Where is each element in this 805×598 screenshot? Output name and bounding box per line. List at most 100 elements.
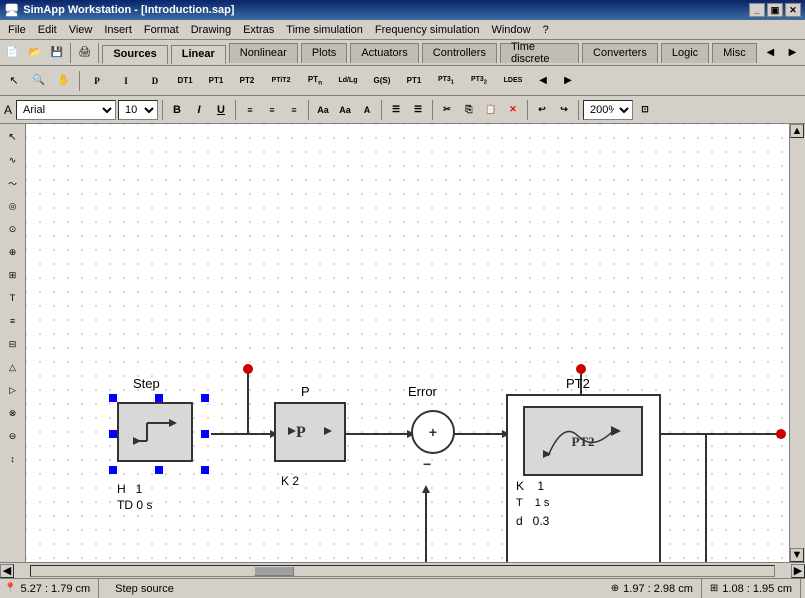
zoom-fit-btn[interactable]: ⊡ [635,100,655,120]
PT2-outer-box[interactable]: PT2 [506,394,661,562]
close-btn[interactable]: ✕ [785,3,801,17]
scroll-up-btn[interactable]: ▲ [790,124,804,138]
tool-unknown10[interactable]: ⊖ [2,425,24,447]
menu-time-sim[interactable]: Time simulation [280,22,369,38]
scroll-right-btn[interactable]: ▶ [782,42,803,64]
menu-view[interactable]: View [63,22,99,38]
step-block-container[interactable] [109,394,209,474]
tab-controllers[interactable]: Controllers [422,43,497,63]
redo-btn[interactable]: ↪ [554,100,574,120]
scroll-blocks-right[interactable]: ▶ [556,70,580,92]
font-size-select[interactable]: 10 [118,100,158,120]
paste-btn[interactable]: 📋 [481,100,501,120]
tool-unknown3[interactable]: ⊕ [2,241,24,263]
minimize-btn[interactable]: _ [749,3,765,17]
print-btn[interactable]: 🖨 [74,42,95,64]
block-LDES[interactable]: LDES [496,70,530,92]
scroll-left-arrow[interactable]: ◀ [0,564,14,578]
list-btn1[interactable]: ☰ [386,100,406,120]
delete-btn[interactable]: ✕ [503,100,523,120]
tab-actuators[interactable]: Actuators [350,43,418,63]
tab-linear[interactable]: Linear [171,45,226,65]
right-scrollbar[interactable]: ▲ ▼ [789,124,805,562]
text-format-btn1[interactable]: Aa [313,100,333,120]
zoom-select[interactable]: 200% [583,100,633,120]
menu-drawing[interactable]: Drawing [185,22,237,38]
undo-btn[interactable]: ↩ [532,100,552,120]
tool-unknown1[interactable]: ◎ [2,195,24,217]
error-sumjunction[interactable]: + [411,410,455,454]
block-LdLg[interactable]: Ld/Lg [331,70,365,92]
tool-s-curve[interactable]: ∿ [2,149,24,171]
tool-pointer[interactable]: ↖ [2,126,24,148]
tab-misc[interactable]: Misc [712,43,757,63]
tool-unknown4[interactable]: ⊞ [2,264,24,286]
tool-unknown5[interactable]: ≡ [2,310,24,332]
cut-btn[interactable]: ✂ [437,100,457,120]
tool-unknown6[interactable]: ⊟ [2,333,24,355]
text-format-btn3[interactable]: A [357,100,377,120]
tool-unknown7[interactable]: △ [2,356,24,378]
block-PT32[interactable]: PT32 [463,70,495,92]
step-block[interactable] [117,402,193,462]
menu-format[interactable]: Format [138,22,185,38]
menu-insert[interactable]: Insert [98,22,138,38]
scroll-left-btn[interactable]: ◀ [760,42,781,64]
block-GS[interactable]: G(S) [366,70,398,92]
scroll-right-arrow[interactable]: ▶ [791,564,805,578]
block-PTn[interactable]: PTn [300,70,330,92]
align-center-btn[interactable]: ≡ [262,100,282,120]
menu-help[interactable]: ? [537,22,555,38]
block-P[interactable]: P [83,70,111,92]
tool-unknown11[interactable]: ↕ [2,448,24,470]
tool-unknown2[interactable]: ⊙ [2,218,24,240]
block-D[interactable]: D [141,70,169,92]
open-btn[interactable]: 📂 [24,42,45,64]
canvas-area[interactable]: − [26,124,789,562]
block-DT1[interactable]: DT1 [170,70,200,92]
restore-btn[interactable]: ▣ [767,3,783,17]
tab-nonlinear[interactable]: Nonlinear [229,43,298,63]
zoom-tool[interactable]: 🔍 [27,70,51,92]
tool-unknown8[interactable]: ▷ [2,379,24,401]
bold-btn[interactable]: B [167,100,187,120]
tab-sources[interactable]: Sources [102,45,167,65]
tab-converters[interactable]: Converters [582,43,658,63]
scroll-down-btn[interactable]: ▼ [790,548,804,562]
italic-btn[interactable]: I [189,100,209,120]
menu-file[interactable]: File [2,22,32,38]
copy-btn[interactable]: ⎘ [459,100,479,120]
block-I[interactable]: I [112,70,140,92]
tool-text[interactable]: T [2,287,24,309]
P-block[interactable]: P [274,402,346,462]
tab-time-discrete[interactable]: Time discrete [500,43,579,63]
list-btn2[interactable]: ☰ [408,100,428,120]
save-btn[interactable]: 💾 [46,42,67,64]
menu-window[interactable]: Window [485,22,536,38]
PT2-inner-block[interactable]: PT2 [523,406,643,476]
scroll-thumb[interactable] [254,566,294,576]
text-format-btn2[interactable]: Aa [335,100,355,120]
block-PT1[interactable]: PT1 [201,70,231,92]
block-PTiT2[interactable]: PTiT2 [263,70,299,92]
hand-tool[interactable]: ✋ [52,70,76,92]
tool-wave[interactable]: 〜 [2,172,24,194]
menu-freq-sim[interactable]: Frequency simulation [369,22,486,38]
font-family-select[interactable]: Arial [16,100,116,120]
title-bar-controls[interactable]: _ ▣ ✕ [749,3,801,17]
align-right-btn[interactable]: ≡ [284,100,304,120]
select-tool[interactable]: ↖ [2,70,26,92]
align-left-btn[interactable]: ≡ [240,100,260,120]
menu-extras[interactable]: Extras [237,22,280,38]
menu-edit[interactable]: Edit [32,22,63,38]
tab-logic[interactable]: Logic [661,43,709,63]
underline-btn[interactable]: U [211,100,231,120]
tab-plots[interactable]: Plots [301,43,347,63]
new-btn[interactable]: 📄 [2,42,23,64]
block-PT2[interactable]: PT2 [232,70,262,92]
block-PT31[interactable]: PT31 [430,70,462,92]
scroll-blocks-left[interactable]: ◀ [531,70,555,92]
block-PT1b[interactable]: PT1 [399,70,429,92]
bottom-scrollbar[interactable]: ◀ ▶ [0,562,805,578]
tool-unknown9[interactable]: ⊗ [2,402,24,424]
